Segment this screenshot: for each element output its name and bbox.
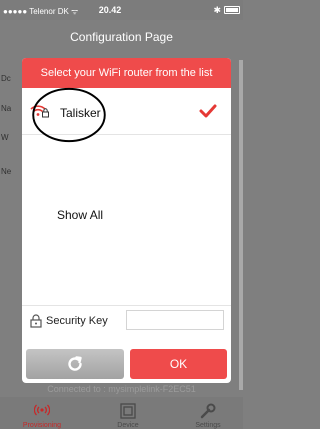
background-field-edge [239, 60, 243, 390]
bg-label-1: Dc [1, 74, 11, 83]
tab-provisioning[interactable]: Provisioning [12, 397, 72, 429]
device-icon [120, 403, 136, 419]
wifi-select-dialog: Select your WiFi router from the list Ta… [22, 58, 231, 383]
tab-bar: Provisioning Device Settings [0, 397, 243, 429]
wifi-locked-icon [30, 105, 49, 118]
refresh-icon [68, 356, 82, 371]
status-bar: ●●●●● Telenor DK ᯤ 20.42 ✱ [0, 0, 243, 20]
wifi-icon [34, 404, 50, 416]
security-key-row: Security Key [22, 306, 231, 336]
page-title: Configuration Page [70, 30, 173, 44]
dialog-header: Select your WiFi router from the list [22, 58, 231, 88]
tab-settings[interactable]: Settings [178, 397, 238, 429]
connection-status: Connected to : mysimplelink-F2EC51 [47, 384, 196, 394]
wrench-icon [200, 403, 216, 419]
show-all-button[interactable]: Show All [57, 208, 103, 222]
tab-device-label: Device [117, 422, 139, 429]
carrier-label: ●●●●● Telenor DK ᯤ [3, 7, 79, 16]
checkmark-icon [199, 104, 217, 118]
tab-device[interactable]: Device [98, 397, 158, 429]
network-row-talisker[interactable]: Talisker [22, 88, 231, 134]
bg-label-4: Ne [1, 167, 12, 176]
refresh-button[interactable] [26, 349, 124, 379]
tab-settings-label: Settings [195, 422, 221, 429]
tab-provisioning-label: Provisioning [22, 422, 62, 429]
bg-label-3: W [1, 133, 9, 142]
security-key-label: Security Key [46, 315, 108, 327]
security-key-input[interactable] [126, 310, 224, 330]
battery-icon [224, 6, 240, 14]
bluetooth-icon: ✱ [213, 5, 221, 15]
clock: 20.42 [98, 5, 122, 15]
bg-label-2: Na [1, 104, 12, 113]
lock-icon [30, 314, 42, 328]
network-name: Talisker [60, 106, 101, 120]
row-divider [22, 134, 231, 135]
ok-button[interactable]: OK [130, 349, 227, 379]
